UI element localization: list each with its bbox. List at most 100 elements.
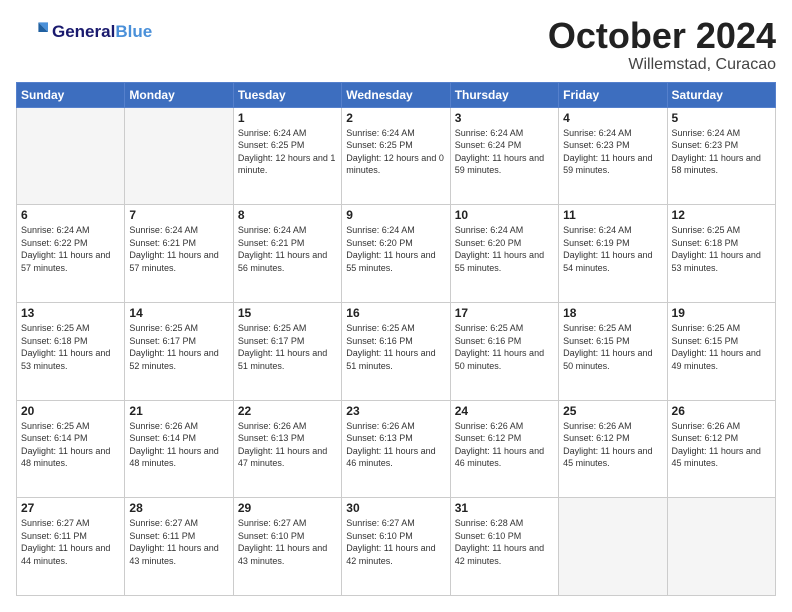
day-number: 20 (21, 404, 120, 418)
calendar-cell: 8Sunrise: 6:24 AMSunset: 6:21 PMDaylight… (233, 205, 341, 303)
calendar-cell: 1 Sunrise: 6:24 AMSunset: 6:25 PMDaylight… (233, 107, 341, 205)
calendar-cell: 14 Sunrise: 6:25 AMSunset: 6:17 PMDayligh… (125, 302, 233, 400)
day-info: Sunrise: 6:27 AMSunset: 6:11 PMDaylight:… (21, 517, 120, 567)
day-number: 28 (129, 501, 228, 515)
calendar-cell: 30 Sunrise: 6:27 AMSunset: 6:10 PMDayligh… (342, 498, 450, 596)
header: GeneralBlue October 2024 Willemstad, Cur… (16, 16, 776, 74)
day-info: Sunrise: 6:24 AMSunset: 6:19 PMDaylight:… (563, 224, 662, 274)
day-info: Sunrise: 6:25 AMSunset: 6:16 PMDaylight:… (346, 322, 445, 372)
calendar-cell: 23 Sunrise: 6:26 AMSunset: 6:13 PMDayligh… (342, 400, 450, 498)
day-info: Sunrise: 6:25 AMSunset: 6:14 PMDaylight:… (21, 420, 120, 470)
day-number: 12 (672, 208, 771, 222)
day-info: Sunrise: 6:28 AMSunset: 6:10 PMDaylight:… (455, 517, 554, 567)
calendar-cell: 29Sunrise: 6:27 AMSunset: 6:10 PMDayligh… (233, 498, 341, 596)
day-info: Sunrise: 6:25 AMSunset: 6:17 PMDaylight:… (238, 322, 337, 372)
calendar-cell: 24Sunrise: 6:26 AMSunset: 6:12 PMDayligh… (450, 400, 558, 498)
day-number: 1 (238, 111, 337, 125)
calendar-cell: 18Sunrise: 6:25 AMSunset: 6:15 PMDayligh… (559, 302, 667, 400)
day-number: 26 (672, 404, 771, 418)
day-info: Sunrise: 6:25 AMSunset: 6:18 PMDaylight:… (672, 224, 771, 274)
day-info: Sunrise: 6:27 AMSunset: 6:11 PMDaylight:… (129, 517, 228, 567)
day-number: 30 (346, 501, 445, 515)
calendar-cell: 20 Sunrise: 6:25 AMSunset: 6:14 PMDayligh… (17, 400, 125, 498)
day-info: Sunrise: 6:24 AMSunset: 6:22 PMDaylight:… (21, 224, 120, 274)
calendar-cell: 3Sunrise: 6:24 AMSunset: 6:24 PMDaylight… (450, 107, 558, 205)
day-number: 23 (346, 404, 445, 418)
day-info: Sunrise: 6:25 AMSunset: 6:16 PMDaylight:… (455, 322, 554, 372)
calendar-cell (17, 107, 125, 205)
weekday-header-friday: Friday (559, 82, 667, 107)
day-number: 22 (238, 404, 337, 418)
calendar-cell: 6 Sunrise: 6:24 AMSunset: 6:22 PMDaylight… (17, 205, 125, 303)
logo-blue-text: Blue (115, 22, 152, 42)
calendar: SundayMondayTuesdayWednesdayThursdayFrid… (16, 82, 776, 596)
day-info: Sunrise: 6:24 AMSunset: 6:25 PMDaylight:… (346, 127, 445, 177)
day-number: 3 (455, 111, 554, 125)
day-info: Sunrise: 6:25 AMSunset: 6:15 PMDaylight:… (672, 322, 771, 372)
day-number: 7 (129, 208, 228, 222)
day-info: Sunrise: 6:26 AMSunset: 6:14 PMDaylight:… (129, 420, 228, 470)
day-number: 25 (563, 404, 662, 418)
calendar-week-2: 6 Sunrise: 6:24 AMSunset: 6:22 PMDaylight… (17, 205, 776, 303)
logo-general-text: General (52, 22, 115, 42)
weekday-header-row: SundayMondayTuesdayWednesdayThursdayFrid… (17, 82, 776, 107)
weekday-header-tuesday: Tuesday (233, 82, 341, 107)
day-info: Sunrise: 6:26 AMSunset: 6:12 PMDaylight:… (563, 420, 662, 470)
day-info: Sunrise: 6:25 AMSunset: 6:18 PMDaylight:… (21, 322, 120, 372)
calendar-cell (667, 498, 775, 596)
day-info: Sunrise: 6:27 AMSunset: 6:10 PMDaylight:… (346, 517, 445, 567)
day-info: Sunrise: 6:26 AMSunset: 6:13 PMDaylight:… (238, 420, 337, 470)
calendar-week-1: 1 Sunrise: 6:24 AMSunset: 6:25 PMDaylight… (17, 107, 776, 205)
day-number: 2 (346, 111, 445, 125)
calendar-cell: 19Sunrise: 6:25 AMSunset: 6:15 PMDayligh… (667, 302, 775, 400)
calendar-cell: 2 Sunrise: 6:24 AMSunset: 6:25 PMDaylight… (342, 107, 450, 205)
calendar-cell: 4 Sunrise: 6:24 AMSunset: 6:23 PMDaylight… (559, 107, 667, 205)
calendar-cell: 28 Sunrise: 6:27 AMSunset: 6:11 PMDayligh… (125, 498, 233, 596)
day-number: 13 (21, 306, 120, 320)
weekday-header-wednesday: Wednesday (342, 82, 450, 107)
day-info: Sunrise: 6:24 AMSunset: 6:23 PMDaylight:… (672, 127, 771, 177)
calendar-cell: 5 Sunrise: 6:24 AMSunset: 6:23 PMDaylight… (667, 107, 775, 205)
day-number: 4 (563, 111, 662, 125)
logo: GeneralBlue (16, 16, 152, 48)
day-info: Sunrise: 6:25 AMSunset: 6:15 PMDaylight:… (563, 322, 662, 372)
day-info: Sunrise: 6:24 AMSunset: 6:23 PMDaylight:… (563, 127, 662, 177)
day-info: Sunrise: 6:25 AMSunset: 6:17 PMDaylight:… (129, 322, 228, 372)
calendar-cell: 13 Sunrise: 6:25 AMSunset: 6:18 PMDayligh… (17, 302, 125, 400)
weekday-header-saturday: Saturday (667, 82, 775, 107)
day-info: Sunrise: 6:26 AMSunset: 6:13 PMDaylight:… (346, 420, 445, 470)
day-info: Sunrise: 6:24 AMSunset: 6:21 PMDaylight:… (129, 224, 228, 274)
day-info: Sunrise: 6:24 AMSunset: 6:25 PMDaylight:… (238, 127, 337, 177)
weekday-header-monday: Monday (125, 82, 233, 107)
calendar-week-3: 13 Sunrise: 6:25 AMSunset: 6:18 PMDayligh… (17, 302, 776, 400)
day-number: 6 (21, 208, 120, 222)
day-info: Sunrise: 6:26 AMSunset: 6:12 PMDaylight:… (672, 420, 771, 470)
day-info: Sunrise: 6:24 AMSunset: 6:20 PMDaylight:… (455, 224, 554, 274)
day-info: Sunrise: 6:27 AMSunset: 6:10 PMDaylight:… (238, 517, 337, 567)
weekday-header-thursday: Thursday (450, 82, 558, 107)
location: Willemstad, Curacao (548, 56, 776, 74)
calendar-cell: 27Sunrise: 6:27 AMSunset: 6:11 PMDayligh… (17, 498, 125, 596)
month-title: October 2024 (548, 16, 776, 56)
day-number: 17 (455, 306, 554, 320)
day-number: 31 (455, 501, 554, 515)
day-number: 5 (672, 111, 771, 125)
day-number: 16 (346, 306, 445, 320)
calendar-cell: 31 Sunrise: 6:28 AMSunset: 6:10 PMDayligh… (450, 498, 558, 596)
calendar-cell: 25 Sunrise: 6:26 AMSunset: 6:12 PMDayligh… (559, 400, 667, 498)
calendar-cell: 15Sunrise: 6:25 AMSunset: 6:17 PMDayligh… (233, 302, 341, 400)
calendar-cell: 11Sunrise: 6:24 AMSunset: 6:19 PMDayligh… (559, 205, 667, 303)
day-number: 14 (129, 306, 228, 320)
day-number: 21 (129, 404, 228, 418)
page: GeneralBlue October 2024 Willemstad, Cur… (0, 0, 792, 612)
day-info: Sunrise: 6:24 AMSunset: 6:20 PMDaylight:… (346, 224, 445, 274)
day-number: 10 (455, 208, 554, 222)
day-info: Sunrise: 6:26 AMSunset: 6:12 PMDaylight:… (455, 420, 554, 470)
calendar-week-5: 27Sunrise: 6:27 AMSunset: 6:11 PMDayligh… (17, 498, 776, 596)
calendar-cell: 16 Sunrise: 6:25 AMSunset: 6:16 PMDayligh… (342, 302, 450, 400)
title-section: October 2024 Willemstad, Curacao (548, 16, 776, 74)
calendar-week-4: 20 Sunrise: 6:25 AMSunset: 6:14 PMDayligh… (17, 400, 776, 498)
calendar-cell: 17 Sunrise: 6:25 AMSunset: 6:16 PMDayligh… (450, 302, 558, 400)
calendar-cell (125, 107, 233, 205)
calendar-cell (559, 498, 667, 596)
